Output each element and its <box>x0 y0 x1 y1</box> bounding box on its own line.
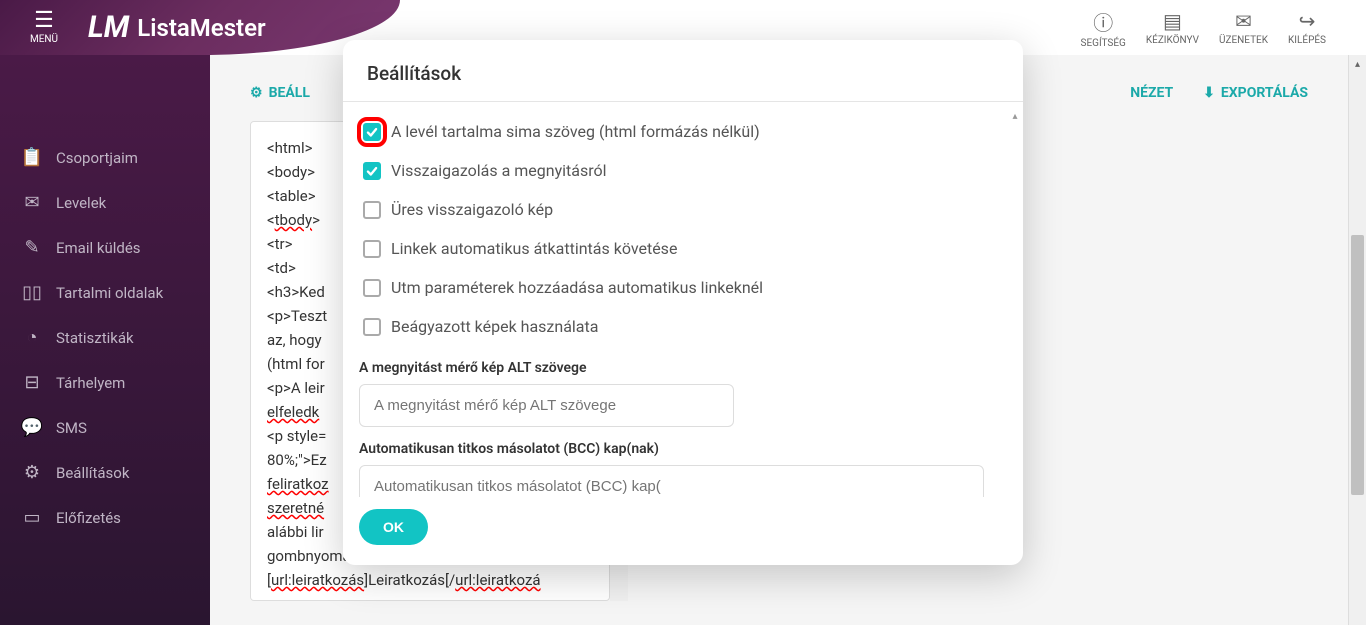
checkbox-label: Beágyazott képek használata <box>391 317 598 336</box>
checkbox-label: Visszaigazolás a megnyitásról <box>391 161 607 180</box>
checkbox-row-5: Beágyazott képek használata <box>363 307 1003 346</box>
checkbox-row-3: Linkek automatikus átkattintás követése <box>363 229 1003 268</box>
checkbox-label: Üres visszaigazoló kép <box>391 200 553 219</box>
checkbox-label: Linkek automatikus átkattintás követése <box>391 239 677 258</box>
alt-text-group: A megnyitást mérő kép ALT szövege <box>359 360 1007 427</box>
bcc-group: Automatikusan titkos másolatot (BCC) kap… <box>359 441 1007 497</box>
modal-body: A levél tartalma sima szöveg (html formá… <box>343 102 1023 497</box>
modal-scrollbar[interactable]: ▴ <box>1011 110 1019 489</box>
checkbox-label: A levél tartalma sima szöveg (html formá… <box>391 122 760 141</box>
modal-title: Beállítások <box>343 40 1023 102</box>
checkbox-label: Utm paraméterek hozzáadása automatikus l… <box>391 278 763 297</box>
settings-modal: Beállítások A levél tartalma sima szöveg… <box>343 40 1023 565</box>
checkbox[interactable] <box>363 123 381 141</box>
modal-overlay: Beállítások A levél tartalma sima szöveg… <box>0 0 1366 625</box>
checkbox[interactable] <box>363 279 381 297</box>
bcc-label: Automatikusan titkos másolatot (BCC) kap… <box>359 441 1007 457</box>
checkbox-row-2: Üres visszaigazoló kép <box>363 190 1003 229</box>
checkbox[interactable] <box>363 201 381 219</box>
checkbox[interactable] <box>363 318 381 336</box>
ok-button[interactable]: OK <box>359 509 428 545</box>
alt-label: A megnyitást mérő kép ALT szövege <box>359 360 1007 376</box>
modal-footer: OK <box>343 497 1023 565</box>
checkbox-row-0: A levél tartalma sima szöveg (html formá… <box>363 112 1003 151</box>
bcc-input[interactable] <box>359 465 984 497</box>
alt-text-input[interactable] <box>359 384 734 427</box>
checkbox-row-1: Visszaigazolás a megnyitásról <box>363 151 1003 190</box>
checkbox[interactable] <box>363 240 381 258</box>
checkbox[interactable] <box>363 162 381 180</box>
checkbox-row-4: Utm paraméterek hozzáadása automatikus l… <box>363 268 1003 307</box>
scroll-up-icon[interactable]: ▴ <box>1011 110 1019 122</box>
